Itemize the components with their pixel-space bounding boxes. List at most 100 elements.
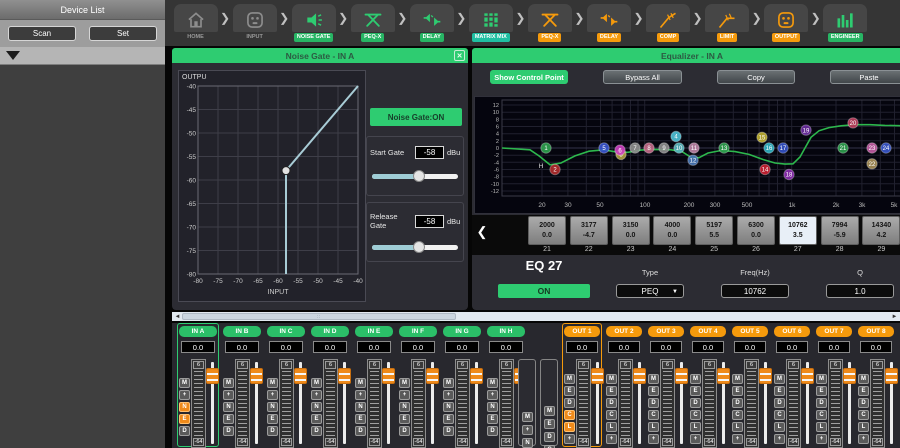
strip-button-m[interactable]: M (774, 374, 785, 384)
slider-thumb[interactable] (413, 241, 425, 253)
strip-button-d[interactable]: D (816, 398, 827, 408)
eq-on-button[interactable]: ON (498, 284, 590, 298)
channel-label[interactable]: IN E (355, 326, 393, 337)
strip-button-m[interactable]: M (399, 378, 410, 388)
band-cell-28[interactable]: 7994-5.9 (821, 216, 859, 245)
strip-button-n[interactable]: N (443, 402, 454, 412)
strip-button-d[interactable]: D (732, 398, 743, 408)
strip-button-d[interactable]: D (648, 398, 659, 408)
channel-gain-value[interactable]: 0.0 (692, 341, 724, 353)
channel-strip-in-g[interactable]: IN G0.0M+NED6-64 (441, 323, 483, 447)
fader-handle[interactable] (382, 368, 395, 384)
channel-gain-value[interactable]: 0.0 (313, 341, 347, 353)
channel-gain-value[interactable]: 0.0 (776, 341, 808, 353)
strip-button-c[interactable]: C (690, 410, 701, 420)
scroll-left-icon[interactable]: ◄ (173, 312, 182, 321)
strip-button-l[interactable]: L (648, 422, 659, 432)
strip-button-n[interactable]: N (355, 402, 366, 412)
strip-button-e[interactable]: E (816, 386, 827, 396)
strip-button-l[interactable]: L (564, 422, 575, 432)
fader-handle[interactable] (426, 368, 439, 384)
channel-gain-value[interactable]: 0.0 (566, 341, 598, 353)
channel-gain-value[interactable]: 0.0 (818, 341, 850, 353)
fader-handle[interactable] (675, 368, 688, 384)
show-control-point-button[interactable]: Show Control Point (490, 70, 568, 84)
strip-button-m[interactable]: M (544, 406, 555, 416)
fader-handle[interactable] (470, 368, 483, 384)
strip-button-e[interactable]: E (443, 414, 454, 424)
strip-button-m[interactable]: M (223, 378, 234, 388)
strip-button-plus[interactable]: + (487, 390, 498, 400)
start-gate-value[interactable]: -58 (415, 146, 444, 159)
strip-button-l[interactable]: L (858, 422, 869, 432)
strip-button-c[interactable]: C (606, 410, 617, 420)
strip-button-c[interactable]: C (816, 410, 827, 420)
strip-button-c[interactable]: C (564, 410, 575, 420)
fader-handle[interactable] (759, 368, 772, 384)
strip-button-m[interactable]: M (690, 374, 701, 384)
strip-button-l[interactable]: L (606, 422, 617, 432)
channel-gain-value[interactable]: 0.0 (445, 341, 479, 353)
strip-button-n[interactable]: N (267, 402, 278, 412)
strip-button-d[interactable]: D (606, 398, 617, 408)
strip-button-m[interactable]: M (179, 378, 190, 388)
nav-item-engineer[interactable]: ENGINEER (822, 4, 869, 41)
set-button[interactable]: Set (89, 26, 157, 41)
channel-label[interactable]: IN G (443, 326, 481, 337)
strip-button-d[interactable]: D (564, 398, 575, 408)
strip-button-plus[interactable]: + (223, 390, 234, 400)
strip-button-m[interactable]: M (564, 374, 575, 384)
strip-button-c[interactable]: C (774, 410, 785, 420)
channel-label[interactable]: IN A (179, 326, 217, 337)
type-dropdown[interactable]: PEQ ▼ (616, 284, 684, 298)
channel-strip-in-c[interactable]: IN C0.0M+NED6-64 (265, 323, 307, 447)
strip-button-m[interactable]: M (648, 374, 659, 384)
channel-strip-in-e[interactable]: IN E0.0M+NED6-64 (353, 323, 395, 447)
bypass-all-button[interactable]: Bypass All (603, 70, 682, 84)
channel-gain-value[interactable]: 0.0 (860, 341, 892, 353)
band-cell-25[interactable]: 51975.5 (695, 216, 733, 245)
strip-button-d[interactable]: D (487, 426, 498, 436)
freq-field[interactable]: 10762 (721, 284, 789, 298)
strip-button-l[interactable]: L (774, 422, 785, 432)
channel-gain-value[interactable]: 0.0 (357, 341, 391, 353)
channel-strip-out-2[interactable]: OUT 20.0MEDCL+6-64 (604, 323, 644, 447)
channel-label[interactable]: IN F (399, 326, 437, 337)
strip-button-l[interactable]: L (816, 422, 827, 432)
release-gate-value[interactable]: -58 (415, 215, 444, 228)
strip-button-l[interactable]: L (690, 422, 701, 432)
fader-handle[interactable] (843, 368, 856, 384)
nav-item-input[interactable]: INPUT (231, 4, 278, 41)
fader-handle[interactable] (633, 368, 646, 384)
strip-button-d[interactable]: D (774, 398, 785, 408)
nav-item-output[interactable]: OUTPUT (763, 4, 810, 41)
noise-gate-on-button[interactable]: Noise Gate:ON (370, 108, 462, 126)
strip-button-m[interactable]: M (355, 378, 366, 388)
paste-button[interactable]: Paste (830, 70, 900, 84)
noise-gate-titlebar[interactable]: Noise Gate - IN A ✕ (172, 48, 468, 63)
strip-button-plus[interactable]: + (179, 390, 190, 400)
strip-button-plus[interactable]: + (522, 425, 533, 435)
channel-gain-value[interactable]: 0.0 (650, 341, 682, 353)
nav-item-delay-in[interactable]: DELAY (408, 4, 455, 41)
channel-label[interactable]: OUT 4 (690, 326, 726, 337)
strip-button-plus[interactable]: + (648, 434, 659, 444)
fader-handle[interactable] (885, 368, 898, 384)
strip-button-e[interactable]: E (223, 414, 234, 424)
start-gate-slider[interactable] (372, 170, 458, 182)
channel-label[interactable]: OUT 1 (564, 326, 600, 337)
nav-item-noise-gate[interactable]: NOISE GATE (290, 4, 337, 41)
fader-handle[interactable] (338, 368, 351, 384)
channel-strip-in-d[interactable]: IN D0.0M+NED6-64 (309, 323, 351, 447)
strip-button-e[interactable]: E (311, 414, 322, 424)
channel-label[interactable]: IN B (223, 326, 261, 337)
strip-button-e[interactable]: E (267, 414, 278, 424)
nav-item-comp[interactable]: COMP (645, 4, 692, 41)
strip-button-n[interactable]: N (223, 402, 234, 412)
copy-button[interactable]: Copy (717, 70, 795, 84)
strip-button-d[interactable]: D (690, 398, 701, 408)
channel-strip-in-a[interactable]: IN A0.0M+NED6-64 (177, 323, 219, 447)
strip-button-d[interactable]: D (267, 426, 278, 436)
strip-button-plus[interactable]: + (311, 390, 322, 400)
band-cell-27[interactable]: 107623.5 (779, 216, 817, 245)
